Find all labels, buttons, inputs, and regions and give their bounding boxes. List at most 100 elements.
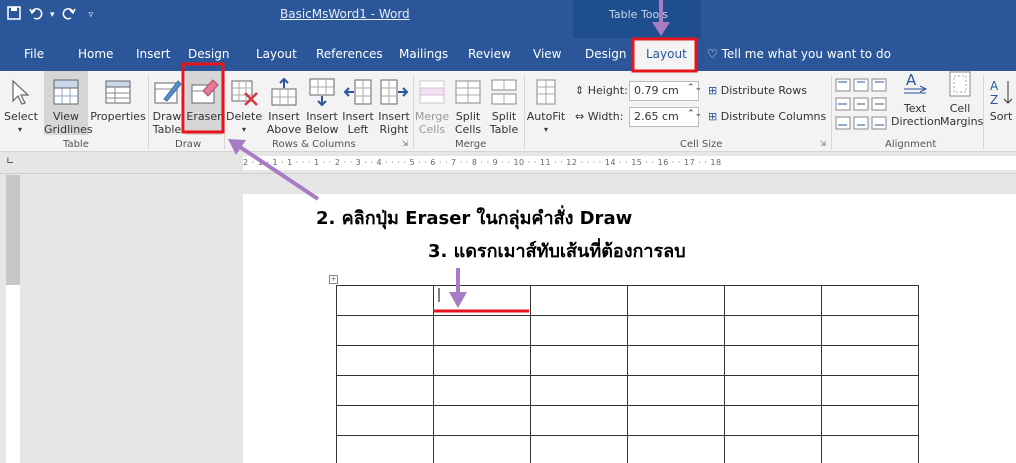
svg-text:A: A	[990, 79, 999, 93]
table-cell[interactable]	[627, 315, 725, 346]
table-cell[interactable]	[433, 315, 531, 346]
split-cells-button[interactable]: Split Cells	[450, 75, 486, 136]
table-cell[interactable]	[530, 435, 628, 463]
redo-icon[interactable]	[61, 5, 77, 25]
table-cell[interactable]	[821, 285, 919, 316]
tab-table-design[interactable]: Design	[585, 47, 626, 61]
distribute-rows-button[interactable]: ⊞ Distribute Rows	[708, 84, 807, 97]
table-cell[interactable]	[336, 315, 434, 346]
step-2-instruction: 2. คลิกปุ่ม Eraser ในกลุ่มคำสั่ง Draw	[316, 208, 633, 229]
table-cell[interactable]	[724, 375, 822, 406]
table-cell[interactable]	[336, 405, 434, 436]
table-cell[interactable]	[724, 285, 822, 316]
insert-left-button[interactable]: Insert Left	[340, 75, 376, 136]
table-cell[interactable]	[821, 375, 919, 406]
eraser-icon	[191, 79, 219, 104]
table-cell[interactable]	[724, 435, 822, 463]
insert-above-button[interactable]: Insert Above	[266, 75, 302, 136]
table-cell[interactable]	[627, 375, 725, 406]
gridlines-icon	[53, 79, 79, 105]
tab-mailings[interactable]: Mailings	[399, 47, 448, 61]
table-cell[interactable]	[530, 315, 628, 346]
table-cell[interactable]	[821, 315, 919, 346]
step-3-instruction: 3. แดรกเมาส์ทับเส้นที่ต้องการลบ	[428, 241, 686, 262]
select-button[interactable]: Select ▾	[4, 75, 38, 136]
merge-cells-button[interactable]: Merge Cells	[414, 75, 450, 136]
alignment-icon	[835, 78, 887, 130]
table-cell[interactable]	[530, 375, 628, 406]
tab-view[interactable]: View	[533, 47, 561, 61]
chevron-down-icon: ▾	[543, 125, 548, 134]
delete-button[interactable]: Delete ▾	[226, 75, 262, 136]
autofit-icon	[536, 79, 556, 105]
table-cell[interactable]	[530, 345, 628, 376]
table-cell[interactable]	[627, 405, 725, 436]
table-move-handle[interactable]: +	[329, 275, 338, 284]
insert-below-button[interactable]: Insert Below	[304, 75, 340, 136]
tell-me-box[interactable]: ♡ Tell me what you want to do	[707, 47, 891, 61]
eraser-button[interactable]: Eraser	[186, 71, 222, 135]
text-direction-button[interactable]: A Text Direction	[891, 67, 941, 128]
save-icon[interactable]	[6, 5, 22, 25]
chevron-down-icon: ▾	[241, 125, 246, 134]
tab-insert[interactable]: Insert	[136, 47, 170, 61]
table-cell[interactable]	[433, 375, 531, 406]
document-table[interactable]	[336, 285, 919, 463]
sort-button[interactable]: AZ Sort	[986, 75, 1016, 123]
width-spinner[interactable]: ⌃⌄	[687, 109, 702, 119]
table-cell[interactable]	[724, 315, 822, 346]
insert-right-button[interactable]: Insert Right	[376, 75, 412, 136]
group-separator	[524, 75, 525, 149]
cell-margins-button[interactable]: Cell Margins	[940, 67, 983, 128]
table-cell[interactable]	[821, 435, 919, 463]
tab-design[interactable]: Design	[188, 47, 229, 61]
tab-home[interactable]: Home	[78, 47, 113, 61]
table-cell[interactable]	[433, 405, 531, 436]
table-tools-header: Table Tools	[573, 0, 701, 38]
undo-dropdown-icon[interactable]: ▾	[50, 10, 55, 20]
table-cell[interactable]	[336, 375, 434, 406]
table-cell[interactable]	[627, 435, 725, 463]
tab-review[interactable]: Review	[468, 47, 511, 61]
vertical-ruler[interactable]	[6, 175, 20, 463]
table-cell[interactable]	[433, 285, 531, 316]
ruler-scale[interactable]: 2 · 1 · 1 · 1 · · · 1 · · 2 · · 3 · · 4 …	[243, 156, 1016, 170]
table-cell[interactable]	[627, 345, 725, 376]
table-row	[336, 435, 919, 463]
draw-table-button[interactable]: Draw Table	[151, 75, 183, 136]
tab-table-layout[interactable]: Layout	[633, 38, 696, 71]
split-table-button[interactable]: Split Table	[486, 75, 522, 136]
table-cell[interactable]	[433, 345, 531, 376]
table-cell[interactable]	[724, 405, 822, 436]
view-gridlines-button[interactable]: View Gridlines	[44, 71, 93, 136]
tab-references[interactable]: References	[316, 47, 383, 61]
table-row	[336, 315, 919, 346]
tab-file[interactable]: File	[24, 47, 44, 61]
table-cell[interactable]	[336, 285, 434, 316]
autofit-button[interactable]: AutoFit ▾	[526, 75, 566, 136]
dialog-launcher-icon[interactable]: ⇲	[818, 137, 828, 150]
table-cell[interactable]	[336, 435, 434, 463]
table-cell[interactable]	[724, 345, 822, 376]
table-cell[interactable]	[627, 285, 725, 316]
undo-icon[interactable]	[28, 5, 44, 25]
quick-access-toolbar: ▾ ▿	[6, 5, 93, 25]
document-page[interactable]: +	[243, 194, 1016, 463]
properties-button[interactable]: Properties	[90, 75, 146, 123]
svg-text:Z: Z	[990, 93, 998, 107]
alignment-grid[interactable]	[835, 77, 889, 133]
customize-qat-icon[interactable]: ▿	[89, 10, 94, 20]
height-spinner[interactable]: ⌃⌄	[687, 83, 702, 93]
distribute-columns-button[interactable]: ⊞ Distribute Columns	[708, 110, 826, 123]
table-cell[interactable]	[530, 405, 628, 436]
tab-layout[interactable]: Layout	[256, 47, 297, 61]
table-cell[interactable]	[433, 435, 531, 463]
tab-selector[interactable]: ∟	[6, 156, 14, 167]
table-cell[interactable]	[821, 405, 919, 436]
table-cell[interactable]	[530, 285, 628, 316]
table-cell[interactable]	[821, 345, 919, 376]
cursor-icon	[12, 79, 30, 105]
dialog-launcher-icon[interactable]: ⇲	[400, 137, 410, 150]
table-cell[interactable]	[336, 345, 434, 376]
group-label-rows-columns: Rows & Columns	[272, 139, 356, 150]
